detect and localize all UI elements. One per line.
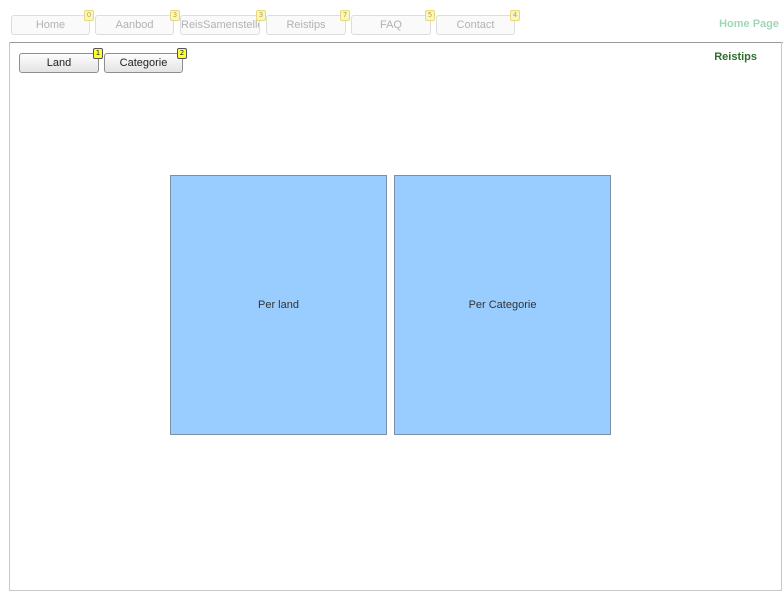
home-page-link[interactable]: Home Page	[719, 18, 779, 30]
nav-home-button[interactable]: Home	[11, 15, 90, 35]
per-categorie-tile[interactable]: Per Categorie	[394, 175, 611, 435]
nav-aanbod-badge: 3	[170, 10, 180, 21]
nav-reissamenstellen-label: ReisSamenstelle	[181, 19, 260, 31]
per-categorie-label: Per Categorie	[468, 299, 537, 311]
nav-contact-badge: 4	[510, 10, 520, 21]
nav-reistips-badge: 7	[340, 10, 350, 21]
nav-aanbod-label: Aanbod	[115, 19, 154, 31]
land-button-label: Land	[46, 57, 72, 69]
nav-aanbod-button[interactable]: Aanbod	[95, 15, 174, 35]
per-land-label: Per land	[258, 299, 299, 311]
top-navigation: Home 0 Aanbod 3 ReisSamenstelle 3 Reisti…	[0, 0, 783, 42]
per-land-tile[interactable]: Per land	[170, 175, 387, 435]
land-badge: 1	[93, 48, 103, 59]
nav-home-badge: 0	[84, 10, 94, 21]
nav-faq-button[interactable]: FAQ	[351, 15, 431, 35]
categorie-button-label: Categorie	[119, 57, 168, 69]
land-button[interactable]: Land	[19, 53, 99, 73]
categorie-button[interactable]: Categorie	[104, 53, 183, 73]
nav-home-label: Home	[35, 19, 66, 31]
nav-faq-label: FAQ	[379, 19, 402, 31]
nav-reistips-button[interactable]: Reistips	[266, 15, 346, 35]
nav-reissamenstellen-badge: 3	[256, 10, 266, 21]
page-title: Reistips	[714, 51, 757, 63]
nav-contact-button[interactable]: Contact	[436, 15, 515, 35]
nav-faq-badge: 5	[425, 10, 435, 21]
nav-contact-label: Contact	[456, 19, 495, 31]
nav-reissamenstellen-button[interactable]: ReisSamenstelle	[180, 15, 260, 35]
categorie-badge: 2	[177, 48, 187, 59]
nav-reistips-label: Reistips	[286, 19, 326, 31]
